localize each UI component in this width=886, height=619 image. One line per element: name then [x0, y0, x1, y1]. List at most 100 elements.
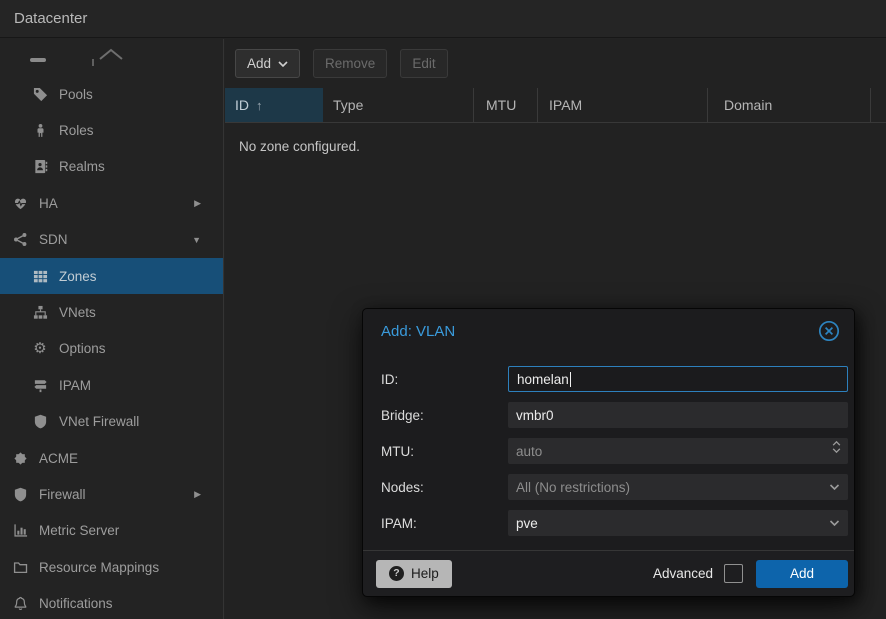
- sidebar-item-label: Zones: [59, 269, 97, 284]
- bar-chart-icon: [13, 523, 28, 538]
- chevron-down-icon: [278, 61, 288, 67]
- certificate-icon: [13, 451, 28, 466]
- sidebar-item-ha[interactable]: HA ▶: [0, 185, 223, 221]
- dropdown-trigger[interactable]: [829, 484, 840, 490]
- add-button[interactable]: Add: [235, 49, 300, 78]
- nodes-label: Nodes:: [381, 480, 508, 495]
- address-book-icon: [30, 159, 50, 175]
- dialog-body: ID: homelan Bridge: vmbr0 MTU: auto Node…: [363, 353, 854, 546]
- sidebar-item-label: HA: [39, 196, 58, 211]
- bridge-input[interactable]: vmbr0: [508, 402, 848, 428]
- nodes-value: All (No restrictions): [516, 480, 630, 495]
- grid-icon: [33, 269, 48, 284]
- sidebar-item-label: Pools: [59, 87, 93, 102]
- column-header-type[interactable]: Type: [323, 88, 474, 122]
- spinner-buttons[interactable]: [832, 441, 841, 453]
- shield-icon: [30, 414, 50, 430]
- ipam-value: pve: [516, 516, 538, 531]
- column-header-ipam[interactable]: IPAM: [538, 88, 708, 122]
- top-bar: Datacenter: [0, 0, 886, 38]
- sidebar-item-label: IPAM: [59, 378, 91, 393]
- id-value: homelan: [517, 372, 569, 387]
- advanced-label: Advanced: [653, 566, 713, 581]
- mtu-label: MTU:: [381, 444, 508, 459]
- sidebar-item-notifications[interactable]: Notifications: [0, 585, 223, 619]
- help-button-label: Help: [411, 566, 439, 581]
- bridge-value: vmbr0: [516, 408, 554, 423]
- column-header-domain[interactable]: Domain: [708, 88, 871, 122]
- submit-add-button[interactable]: Add: [756, 560, 848, 588]
- dialog-footer: ? Help Advanced Add: [363, 550, 854, 596]
- sidebar: Pools Roles Realms HA ▶ SDN ▼ Zones VNet…: [0, 39, 224, 619]
- sidebar-item-realms[interactable]: Realms: [0, 149, 223, 185]
- nodes-input[interactable]: All (No restrictions): [508, 474, 848, 500]
- chevron-up-icon: [832, 441, 841, 446]
- sidebar-item-label: Firewall: [39, 487, 86, 502]
- certificate-icon: [10, 450, 30, 466]
- sitemap-icon: [33, 305, 48, 320]
- sidebar-item-zones[interactable]: Zones: [0, 258, 223, 294]
- sidebar-item-options[interactable]: ⚙ Options: [0, 331, 223, 367]
- sidebar-item-pools[interactable]: Pools: [0, 76, 223, 112]
- toolbar-button-label: Remove: [325, 56, 375, 71]
- close-icon[interactable]: [818, 320, 840, 342]
- column-header-label: ID: [235, 97, 249, 113]
- dialog-title: Add: VLAN: [381, 323, 455, 340]
- sidebar-item-label: ACME: [39, 451, 78, 466]
- id-label: ID:: [381, 372, 508, 387]
- sidebar-item-metric-server[interactable]: Metric Server: [0, 513, 223, 549]
- column-header-id[interactable]: ID ↑: [225, 88, 323, 122]
- sidebar-item-label: Notifications: [39, 596, 113, 611]
- sitemap-icon: [30, 305, 50, 321]
- scroll-up-indicator-icon[interactable]: [98, 48, 124, 61]
- sidebar-item-acme[interactable]: ACME: [0, 440, 223, 476]
- bell-icon: [13, 596, 28, 611]
- sidebar-item-vnets[interactable]: VNets: [0, 294, 223, 330]
- icon-fragment: [30, 58, 46, 62]
- sidebar-item-resource-mappings[interactable]: Resource Mappings: [0, 549, 223, 585]
- mtu-input[interactable]: auto: [508, 438, 848, 464]
- sidebar-item-vnet-firewall[interactable]: VNet Firewall: [0, 404, 223, 440]
- user-icon: [33, 123, 48, 138]
- dialog-titlebar[interactable]: Add: VLAN: [363, 309, 854, 353]
- heartbeat-icon: [10, 195, 30, 211]
- address-book-icon: [33, 159, 48, 174]
- column-header-mtu[interactable]: MTU: [474, 88, 538, 122]
- question-circle-icon: ?: [389, 566, 404, 581]
- sidebar-item-ipam[interactable]: IPAM: [0, 367, 223, 403]
- sort-asc-icon: ↑: [256, 98, 263, 113]
- partially-scrolled-item: [0, 39, 223, 76]
- shield-icon: [10, 486, 30, 502]
- field-row-bridge: Bridge: vmbr0: [381, 402, 848, 428]
- empty-table-message: No zone configured.: [225, 123, 886, 154]
- help-button[interactable]: ? Help: [376, 560, 452, 588]
- add-vlan-dialog: Add: VLAN ID: homelan Bridge: vmbr0 MTU:…: [362, 308, 855, 597]
- bell-icon: [10, 596, 30, 612]
- sidebar-item-label: SDN: [39, 232, 68, 247]
- gear-icon: ⚙: [33, 341, 46, 357]
- sidebar-item-firewall[interactable]: Firewall ▶: [0, 476, 223, 512]
- sidebar-item-label: VNet Firewall: [59, 414, 139, 429]
- folder-icon: [13, 560, 28, 575]
- ipam-input[interactable]: pve: [508, 510, 848, 536]
- text-cursor: [570, 372, 572, 387]
- dropdown-trigger[interactable]: [829, 520, 840, 526]
- bar-chart-icon: [10, 523, 30, 539]
- sidebar-item-label: Metric Server: [39, 523, 119, 538]
- sidebar-item-roles[interactable]: Roles: [0, 112, 223, 148]
- ipam-label: IPAM:: [381, 516, 508, 531]
- gear-icon: ⚙: [30, 341, 50, 357]
- field-row-nodes: Nodes: All (No restrictions): [381, 474, 848, 500]
- sidebar-item-label: Resource Mappings: [39, 560, 159, 575]
- advanced-checkbox[interactable]: [724, 564, 743, 583]
- column-header-label: IPAM: [549, 97, 582, 113]
- chevron-down-icon: [829, 484, 840, 490]
- sidebar-list: Pools Roles Realms HA ▶ SDN ▼ Zones VNet…: [0, 76, 223, 619]
- map-signs-icon: [33, 378, 48, 393]
- expand-down-icon: ▼: [192, 235, 201, 245]
- edit-button: Edit: [400, 49, 447, 78]
- user-icon: [30, 123, 50, 139]
- heartbeat-icon: [13, 196, 28, 211]
- id-input[interactable]: homelan: [508, 366, 848, 392]
- sidebar-item-sdn[interactable]: SDN ▼: [0, 222, 223, 258]
